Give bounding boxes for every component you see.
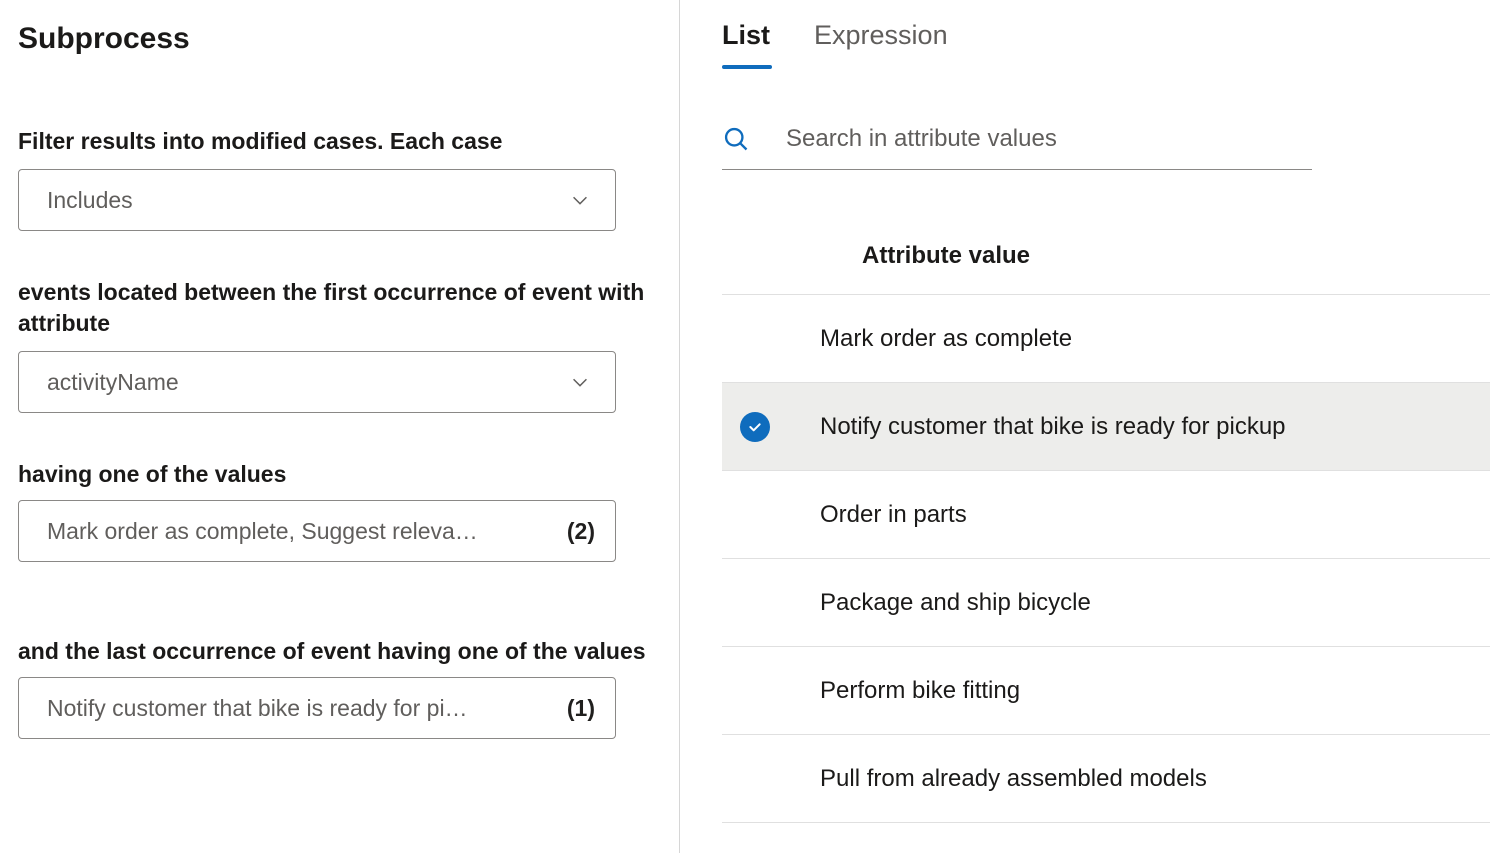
- last-values-text: Notify customer that bike is ready for p…: [47, 695, 553, 722]
- attribute-value-row[interactable]: Order in parts: [722, 471, 1490, 559]
- attribute-value-row[interactable]: Mark order as complete: [722, 295, 1490, 383]
- attribute-value-label: Pull from already assembled models: [820, 765, 1207, 793]
- filter-mode-select[interactable]: Includes: [18, 169, 616, 231]
- search-row: [722, 125, 1312, 170]
- first-values-count: (2): [567, 518, 595, 545]
- tabs: List Expression: [680, 20, 1490, 67]
- attribute-value: activityName: [47, 369, 557, 396]
- tab-expression[interactable]: Expression: [814, 20, 948, 67]
- attribute-value-label: Perform bike fitting: [820, 677, 1020, 705]
- attribute-value-list: Mark order as complete Notify customer th…: [722, 295, 1490, 823]
- check-slot: [722, 412, 820, 442]
- filter-label: Filter results into modified cases. Each…: [18, 126, 659, 157]
- form-pane: Subprocess Filter results into modified …: [0, 0, 680, 853]
- attribute-value-row[interactable]: Notify customer that bike is ready for p…: [722, 383, 1490, 471]
- search-input[interactable]: [786, 125, 1312, 153]
- chevron-down-icon: [569, 371, 591, 393]
- tab-list[interactable]: List: [722, 20, 770, 67]
- app-root: Subprocess Filter results into modified …: [0, 0, 1490, 853]
- last-values-count: (1): [567, 695, 595, 722]
- checkmark-icon: [740, 412, 770, 442]
- attribute-value-row[interactable]: Package and ship bicycle: [722, 559, 1490, 647]
- attribute-select[interactable]: activityName: [18, 351, 616, 413]
- first-values-text: Mark order as complete, Suggest releva…: [47, 518, 553, 545]
- filter-mode-value: Includes: [47, 187, 557, 214]
- attribute-value-label: Order in parts: [820, 501, 967, 529]
- last-values-input[interactable]: Notify customer that bike is ready for p…: [18, 677, 616, 739]
- chevron-down-icon: [569, 189, 591, 211]
- first-values-input[interactable]: Mark order as complete, Suggest releva… …: [18, 500, 616, 562]
- page-title: Subprocess: [18, 22, 659, 56]
- values1-label: having one of the values: [18, 459, 659, 490]
- attribute-value-row[interactable]: Perform bike fitting: [722, 647, 1490, 735]
- attribute-value-label: Notify customer that bike is ready for p…: [820, 413, 1286, 441]
- attribute-value-label: Package and ship bicycle: [820, 589, 1091, 617]
- attribute-value-row[interactable]: Pull from already assembled models: [722, 735, 1490, 823]
- values-pane: List Expression Attribute value Mark ord…: [680, 0, 1490, 853]
- between-label: events located between the first occurre…: [18, 277, 659, 339]
- search-icon: [722, 125, 750, 153]
- values2-label: and the last occurrence of event having …: [18, 636, 659, 667]
- column-header: Attribute value: [722, 242, 1490, 295]
- attribute-value-label: Mark order as complete: [820, 325, 1072, 353]
